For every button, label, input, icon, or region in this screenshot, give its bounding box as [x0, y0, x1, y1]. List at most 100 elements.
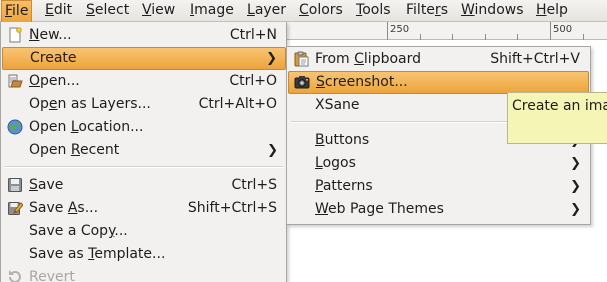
file-menu-item-new-label: New...	[29, 24, 72, 47]
menu-colors[interactable]: Colors	[296, 0, 346, 22]
create-item-xsane-label: XSane	[315, 97, 360, 113]
ruler-minor-tick	[485, 34, 486, 40]
file-menu-item-open-as-layers[interactable]: Open as Layers... Ctrl+Alt+O	[2, 93, 286, 116]
menu-file[interactable]: File	[1, 0, 33, 22]
menu-image-label-rest: mage	[194, 2, 234, 18]
mnemonic: P	[315, 178, 323, 194]
label-rest: n as Layers...	[57, 96, 151, 112]
label-rest: ecent	[79, 142, 120, 158]
file-menu-item-open-recent-label: Open Recent	[29, 139, 119, 162]
mnemonic: S	[316, 74, 325, 90]
menu-view[interactable]: View	[139, 0, 178, 22]
menu-file-label-rest: ile	[12, 3, 29, 19]
file-menu-item-new-shortcut: Ctrl+N	[229, 27, 277, 43]
menu-view-label-rest: iew	[151, 2, 176, 18]
menu-colors-label-rest: olors	[308, 2, 343, 18]
menu-select[interactable]: Select	[83, 0, 132, 22]
menu-colors-mnemonic: C	[299, 2, 309, 18]
file-menu-item-save-as-label: Save As...	[29, 197, 98, 220]
submenu-arrow-icon: ❯	[570, 156, 581, 171]
file-menu-item-open-recent[interactable]: Open Recent ❯	[2, 139, 286, 162]
camera-icon	[294, 74, 310, 90]
file-menu-item-save-template-label: Save as Template...	[29, 243, 165, 266]
menu-layer-mnemonic: L	[247, 2, 255, 18]
create-item-screenshot[interactable]: Screenshot...	[288, 71, 589, 94]
ruler-minor-tick	[452, 34, 453, 40]
label-rest: ew...	[39, 27, 72, 43]
menu-help[interactable]: Help	[533, 0, 571, 22]
label-rest: ocation...	[78, 119, 144, 135]
mnemonic: S	[29, 177, 38, 193]
menu-layer[interactable]: Layer	[244, 0, 289, 22]
create-item-patterns-label: Patterns	[315, 175, 373, 198]
menu-file-mnemonic: F	[5, 3, 13, 19]
file-menu-item-open-label: Open...	[29, 70, 80, 93]
mnemonic: L	[315, 155, 323, 171]
create-item-from-clipboard[interactable]: From Clipboard Shift+Ctrl+V	[288, 48, 589, 71]
create-item-web-page-themes[interactable]: Web Page Themes ❯	[288, 198, 589, 221]
ruler-minor-tick	[583, 34, 584, 40]
file-menu-item-save-copy[interactable]: Save a Copy...	[2, 220, 286, 243]
label-rest: uttons	[324, 132, 370, 148]
file-menu-item-save-label: Save	[29, 174, 63, 197]
horizontal-ruler: 250 500	[286, 22, 607, 40]
create-item-web-page-themes-label: Web Page Themes	[315, 198, 444, 221]
label-start: Re	[29, 269, 47, 282]
file-menu-item-open-as-layers-shortcut: Ctrl+Alt+O	[198, 96, 277, 112]
create-item-screenshot-label: Screenshot...	[316, 72, 408, 93]
create-item-from-clipboard-shortcut: Shift+Ctrl+V	[490, 51, 580, 67]
menu-tools-label-rest: ools	[362, 2, 391, 18]
label-rest: pen...	[40, 73, 80, 89]
tooltip: Create an imag	[507, 92, 607, 144]
file-menu-item-create[interactable]: Create ❯	[2, 47, 286, 70]
menu-view-mnemonic: V	[142, 2, 152, 18]
label-start: Open	[29, 119, 71, 135]
new-file-icon	[7, 27, 23, 43]
ruler-label-500: 500	[553, 24, 573, 35]
clipboard-icon	[293, 51, 309, 67]
file-menu-item-save[interactable]: Save Ctrl+S	[2, 174, 286, 197]
create-item-from-clipboard-label: From Clipboard	[315, 48, 421, 71]
ruler-minor-tick	[420, 34, 421, 40]
file-menu-item-new[interactable]: New... Ctrl+N	[2, 24, 286, 47]
create-item-patterns[interactable]: Patterns ❯	[288, 175, 589, 198]
menu-edit-label-rest: dit	[53, 2, 73, 18]
menu-separator	[5, 166, 283, 168]
submenu-arrow-icon: ❯	[570, 179, 581, 194]
mnemonic: R	[70, 142, 80, 158]
ruler-label-250: 250	[390, 24, 410, 35]
label-rest: lipboard	[363, 51, 422, 67]
file-menu-item-open-location-label: Open Location...	[29, 116, 143, 139]
menu-filters[interactable]: Filters	[403, 0, 451, 22]
open-file-icon	[7, 73, 23, 89]
mnemonic: v	[46, 269, 56, 282]
file-menu-item-save-template[interactable]: Save as Template...	[2, 243, 286, 266]
ruler-major-tick	[550, 22, 551, 40]
mnemonic: N	[29, 27, 40, 43]
menu-windows[interactable]: Windows	[458, 0, 527, 22]
menu-tools[interactable]: Tools	[353, 0, 394, 22]
mnemonic: O	[29, 73, 41, 89]
menu-edit[interactable]: Edit	[42, 0, 75, 22]
label-rest: s...	[77, 200, 99, 216]
submenu-arrow-icon: ❯	[570, 202, 581, 217]
save-as-icon	[7, 200, 24, 216]
create-item-logos[interactable]: Logos ❯	[288, 152, 589, 175]
menu-help-mnemonic: H	[536, 2, 547, 18]
label-rest: ...	[114, 223, 128, 239]
file-menu-item-save-shortcut: Ctrl+S	[231, 177, 277, 193]
label-start: Save as	[29, 246, 89, 262]
label-rest: emplate...	[94, 246, 166, 262]
file-menu-dropdown: New... Ctrl+N Create ❯ Open... Ctrl+O Op…	[0, 22, 287, 282]
revert-icon	[7, 269, 23, 282]
menu-layer-label-rest: ayer	[254, 2, 287, 18]
file-menu-item-open[interactable]: Open... Ctrl+O	[2, 70, 286, 93]
file-menu-item-open-location[interactable]: Open Location...	[2, 116, 286, 139]
menu-image[interactable]: Image	[187, 0, 237, 22]
label-rest: ave	[37, 177, 64, 193]
ruler-minor-tick	[517, 34, 518, 40]
file-menu-item-create-label: Create	[30, 50, 77, 66]
mnemonic: e	[48, 96, 58, 112]
file-menu-item-save-as[interactable]: Save As... Shift+Ctrl+S	[2, 197, 286, 220]
menu-windows-mnemonic: W	[461, 2, 475, 18]
